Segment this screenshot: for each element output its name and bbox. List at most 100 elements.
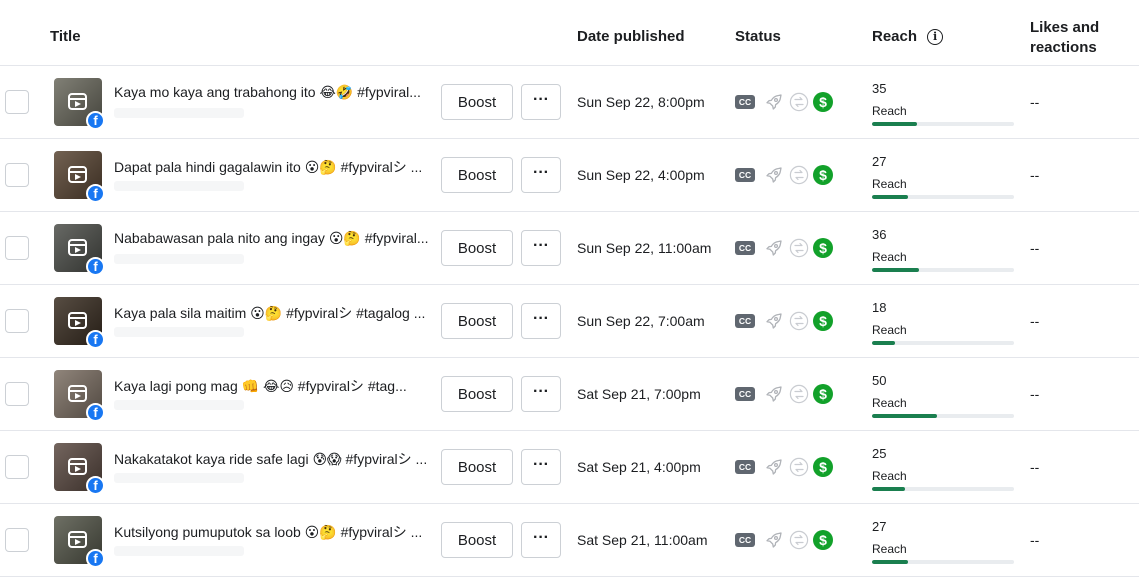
likes-and-reactions-value: -- [1030,313,1040,329]
post-title[interactable]: Kaya pala sila maitim 😮🤔 #fypviralシ #tag… [114,303,432,323]
reach-label: Reach [872,542,907,556]
boost-status-icon [764,530,784,550]
row-checkbox[interactable] [5,309,29,333]
row-checkbox[interactable] [5,163,29,187]
column-header-reach[interactable]: Reach i [872,28,944,45]
date-published: Sat Sep 21, 7:00pm [577,386,701,402]
reach-label: Reach [872,469,907,483]
date-published: Sat Sep 21, 4:00pm [577,459,701,475]
likes-and-reactions-value: -- [1030,386,1040,402]
reel-icon [68,93,87,110]
post-title[interactable]: Nababawasan pala nito ang ingay 😮🤔 #fypv… [114,230,432,247]
captions-icon: CC [735,460,755,474]
reach-bar-fill [872,414,938,418]
monetization-icon: $ [813,165,833,185]
monetization-icon: $ [813,384,833,404]
row-checkbox[interactable] [5,455,29,479]
boost-status-icon [764,457,784,477]
column-header-reach-label: Reach [872,28,918,45]
reach-bar [872,122,1014,126]
post-title[interactable]: Kaya mo kaya ang trabahong ito 😂🤣 #fypvi… [114,84,432,101]
more-options-button[interactable]: ··· [521,157,561,193]
facebook-icon: f [86,257,105,276]
post-title[interactable]: Dapat pala hindi gagalawin ito 😮🤔 #fypvi… [114,157,432,177]
reach-bar [872,341,1014,345]
column-header-title[interactable]: Title [50,28,81,45]
table-row[interactable]: f Kutsilyong pumuputok sa loob 😮🤔 #fypvi… [0,504,1139,577]
more-options-button[interactable]: ··· [521,449,561,485]
table-row[interactable]: f Dapat pala hindi gagalawin ito 😮🤔 #fyp… [0,139,1139,212]
reach-value: 27 [872,154,887,169]
likes-and-reactions-value: -- [1030,94,1040,110]
reach-bar-fill [872,122,918,126]
info-icon[interactable]: i [927,28,944,45]
row-checkbox[interactable] [5,236,29,260]
crosspost-icon [789,92,809,112]
boost-status-icon [764,92,784,112]
boost-button[interactable]: Boost [441,376,513,412]
monetization-icon: $ [813,238,833,258]
table-row[interactable]: f Kaya lagi pong mag 👊 😂😥 #fypviralシ #ta… [0,358,1139,431]
likes-and-reactions-value: -- [1030,240,1040,256]
more-options-button[interactable]: ··· [521,522,561,558]
post-subtitle-placeholder [114,473,244,483]
more-options-button[interactable]: ··· [521,376,561,412]
boost-button[interactable]: Boost [441,230,513,266]
more-options-button[interactable]: ··· [521,230,561,266]
post-title[interactable]: Kaya lagi pong mag 👊 😂😥 #fypviralシ #tag.… [114,376,432,396]
reach-bar [872,195,1014,199]
reach-label: Reach [872,323,907,337]
table-header: Title Date published Status Reach i Like… [0,0,1139,66]
crosspost-icon [789,165,809,185]
reach-bar [872,268,1014,272]
post-subtitle-placeholder [114,108,244,118]
table-row[interactable]: f Nababawasan pala nito ang ingay 😮🤔 #fy… [0,212,1139,285]
reach-value: 18 [872,300,887,315]
boost-button[interactable]: Boost [441,303,513,339]
facebook-icon: f [86,549,105,568]
boost-status-icon [764,165,784,185]
column-header-date-published[interactable]: Date published [577,28,685,45]
boost-button[interactable]: Boost [441,449,513,485]
reach-bar-fill [872,560,908,564]
row-checkbox[interactable] [5,528,29,552]
facebook-icon: f [86,111,105,130]
table-row[interactable]: f Kaya mo kaya ang trabahong ito 😂🤣 #fyp… [0,66,1139,139]
date-published: Sun Sep 22, 7:00am [577,313,705,329]
post-title[interactable]: Nakakatakot kaya ride safe lagi 😰😱 #fypv… [114,449,432,469]
likes-and-reactions-value: -- [1030,459,1040,475]
reach-label: Reach [872,104,907,118]
likes-and-reactions-value: -- [1030,532,1040,548]
reach-label: Reach [872,396,907,410]
post-title[interactable]: Kutsilyong pumuputok sa loob 😮🤔 #fypvira… [114,522,432,542]
facebook-icon: f [86,403,105,422]
boost-button[interactable]: Boost [441,84,513,120]
reach-bar-fill [872,268,919,272]
table-row[interactable]: f Nakakatakot kaya ride safe lagi 😰😱 #fy… [0,431,1139,504]
monetization-icon: $ [813,311,833,331]
reel-icon [68,166,87,183]
post-subtitle-placeholder [114,400,244,410]
more-options-button[interactable]: ··· [521,84,561,120]
post-subtitle-placeholder [114,546,244,556]
captions-icon: CC [735,241,755,255]
column-header-status[interactable]: Status [735,28,781,45]
more-options-button[interactable]: ··· [521,303,561,339]
column-header-likes-and-reactions[interactable]: Likes and reactions [1030,18,1135,58]
row-checkbox[interactable] [5,382,29,406]
reel-icon [68,458,87,475]
crosspost-icon [789,238,809,258]
row-checkbox[interactable] [5,90,29,114]
captions-icon: CC [735,533,755,547]
monetization-icon: $ [813,530,833,550]
reach-value: 25 [872,446,887,461]
reach-bar-fill [872,195,908,199]
reel-icon [68,531,87,548]
table-row[interactable]: f Kaya pala sila maitim 😮🤔 #fypviralシ #t… [0,285,1139,358]
monetization-icon: $ [813,92,833,112]
boost-button[interactable]: Boost [441,522,513,558]
boost-button[interactable]: Boost [441,157,513,193]
captions-icon: CC [735,387,755,401]
captions-icon: CC [735,95,755,109]
captions-icon: CC [735,168,755,182]
